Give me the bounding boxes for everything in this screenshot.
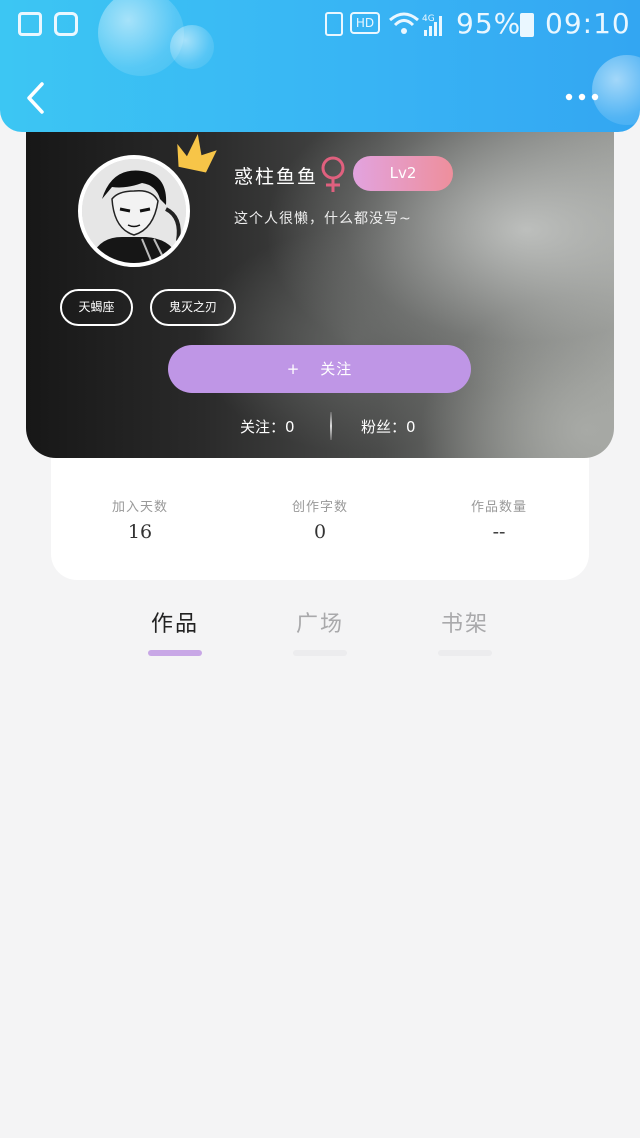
stat-value: -- [492, 521, 506, 543]
back-arrow-icon[interactable] [18, 78, 54, 118]
stat-label: 加入天数 [111, 500, 168, 515]
header-bar: HD 4G 95% 09:10 [0, 0, 640, 132]
signal-wifi-icon: 4G [389, 12, 442, 36]
more-options-icon[interactable] [562, 84, 602, 110]
tab-square[interactable]: 广场 [275, 606, 365, 656]
tab-label: 书架 [440, 612, 489, 637]
bio-text: 这个人很懒，什么都没写~ [234, 211, 412, 227]
battery-percent: 95% [456, 7, 522, 40]
stats-panel: 加入天数 16 创作字数 0 作品数量 -- [51, 440, 589, 580]
female-gender-icon [321, 156, 345, 192]
stat-divider [330, 412, 332, 440]
stat-join-days: 加入天数 16 [70, 496, 210, 543]
battery-icon [520, 13, 534, 37]
profile-card: 惑柱鱼鱼 Lv2 这个人很懒，什么都没写~ 天蝎座 鬼灭之刃 + 关注 关注：0 … [26, 110, 614, 458]
stat-value: 0 [313, 521, 327, 543]
network-type: 4G [422, 14, 435, 24]
tab-works[interactable]: 作品 [130, 606, 220, 656]
tab-label: 广场 [295, 612, 344, 637]
crown-icon [177, 133, 217, 173]
tab-underline [438, 650, 492, 656]
fans-count[interactable]: 粉丝：0 [361, 416, 416, 437]
stat-works-count: 作品数量 -- [429, 496, 569, 543]
stat-label: 创作字数 [291, 500, 348, 515]
following-count[interactable]: 关注：0 [240, 416, 295, 437]
follow-button[interactable]: + 关注 [168, 345, 471, 393]
tab-underline [148, 650, 202, 656]
tab-bookshelf[interactable]: 书架 [420, 606, 510, 656]
stat-word-count: 创作字数 0 [250, 496, 390, 543]
tag-zodiac[interactable]: 天蝎座 [60, 289, 133, 326]
status-bar: HD 4G 95% 09:10 [0, 0, 640, 50]
hd-icon: HD [350, 12, 380, 34]
tab-underline [293, 650, 347, 656]
tab-label: 作品 [150, 612, 199, 637]
app-notification-icon [54, 12, 78, 36]
recycle-icon [325, 12, 343, 36]
stat-value: 16 [127, 521, 153, 543]
tag-interest[interactable]: 鬼灭之刃 [150, 289, 236, 326]
follow-button-label: 关注 [320, 360, 353, 378]
plus-icon: + [286, 360, 301, 378]
stat-label: 作品数量 [470, 500, 527, 515]
gallery-notification-icon [18, 12, 42, 36]
clock: 09:10 [545, 7, 631, 40]
level-badge: Lv2 [353, 156, 453, 191]
nickname: 惑柱鱼鱼 [234, 166, 319, 188]
